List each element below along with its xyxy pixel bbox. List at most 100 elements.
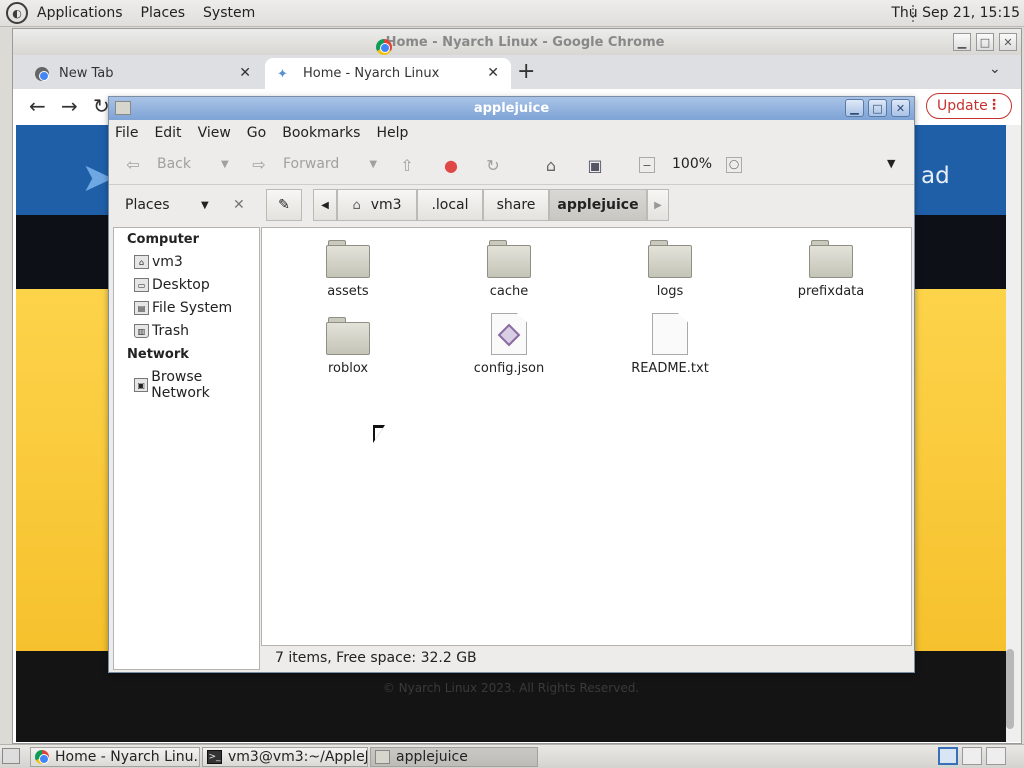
sidebar-item-file-system[interactable]: ▤ File System (134, 300, 232, 316)
menu-bookmarks[interactable]: Bookmarks (276, 125, 366, 141)
file-name: logs (656, 284, 684, 299)
forward-icon: ⇨ (252, 154, 266, 174)
mouse-pointer-icon (373, 425, 385, 443)
scrollbar-thumb[interactable] (1006, 649, 1014, 729)
close-tab-icon[interactable]: ✕ (239, 65, 251, 81)
update-button[interactable]: Update ⋮ (926, 93, 1012, 119)
drive-icon: ▤ (134, 301, 149, 315)
file-name: prefixdata (797, 284, 865, 299)
file-name: assets (327, 284, 369, 299)
menu-file[interactable]: File (109, 125, 144, 141)
workspace-3-icon[interactable] (986, 747, 1006, 765)
file-item-assets[interactable]: assets (293, 238, 403, 299)
distro-logo-icon[interactable]: ◐ (6, 2, 28, 24)
back-button[interactable]: ⇦ Back ▼ (123, 154, 229, 174)
crumb-share[interactable]: share (483, 189, 549, 221)
menu-edit[interactable]: Edit (148, 125, 187, 141)
tab-search-chevron-icon[interactable]: ⌄ (989, 61, 1001, 77)
home-icon: ⌂ (352, 197, 361, 213)
terminal-icon: >_ (207, 750, 222, 764)
new-tab-button[interactable]: + (517, 59, 535, 84)
tab-new-tab[interactable]: New Tab ✕ (23, 58, 263, 89)
sidebar-item-vm3[interactable]: ⌂ vm3 (134, 254, 183, 270)
file-manager-window: applejuice ▁ □ ✕ File Edit View Go Bookm… (108, 96, 915, 673)
edit-location-button[interactable]: ✎ (266, 189, 302, 221)
home-folder-icon: ⌂ (134, 255, 149, 269)
desktop-icon: ▭ (134, 278, 149, 292)
workspace-2-icon[interactable] (962, 747, 982, 765)
nyarch-favicon-icon: ✦ (277, 66, 288, 82)
home-icon[interactable]: ⌂ (541, 155, 561, 175)
crumb-applejuice[interactable]: applejuice (549, 189, 647, 221)
crumb-vm3[interactable]: ⌂ vm3 (337, 189, 417, 221)
file-item-prefixdata[interactable]: prefixdata (776, 238, 886, 299)
file-icon-view[interactable]: assets cache logs prefixdata roblox conf… (261, 227, 912, 646)
sidebar-item-trash[interactable]: ▥ Trash (134, 323, 189, 339)
task-terminal[interactable]: >_ vm3@vm3:~/AppleJ... (202, 747, 368, 767)
file-name: config.json (473, 361, 545, 376)
tab-label: Home - Nyarch Linux (303, 66, 440, 81)
chrome-icon (375, 39, 392, 55)
sidebar-item-browse-network[interactable]: ▣ Browse Network (134, 369, 259, 401)
sidebar-header-computer: Computer (127, 232, 200, 247)
file-name: cache (489, 284, 529, 299)
file-item-logs[interactable]: logs (615, 238, 725, 299)
task-applejuice[interactable]: applejuice (370, 747, 538, 767)
zoom-reset-icon[interactable]: ◯ (726, 157, 742, 173)
close-button[interactable]: ✕ (999, 33, 1017, 51)
close-tab-icon[interactable]: ✕ (487, 65, 499, 81)
toolbar-overflow-icon[interactable]: ▼ (887, 157, 895, 170)
fm-close-button[interactable]: ✕ (891, 99, 910, 117)
chrome-titlebar[interactable]: Home - Nyarch Linux - Google Chrome ▁ □ … (13, 29, 1021, 55)
menu-go[interactable]: Go (241, 125, 272, 141)
sidebar-item-desktop[interactable]: ▭ Desktop (134, 277, 210, 293)
fm-maximize-button[interactable]: □ (868, 99, 887, 117)
crumb-right-arrow[interactable]: ▶ (647, 189, 669, 221)
menu-help[interactable]: Help (370, 125, 414, 141)
crumb-left-arrow[interactable]: ◀ (313, 189, 337, 221)
chrome-icon (35, 750, 49, 764)
back-label: Back (157, 156, 191, 172)
forward-button[interactable]: ⇨ Forward ▼ (249, 154, 377, 174)
fm-minimize-button[interactable]: ▁ (845, 99, 864, 117)
computer-icon[interactable]: ▣ (585, 155, 605, 175)
zoom-level: 100% (672, 156, 713, 172)
file-item-config-json[interactable]: config.json (454, 313, 564, 376)
minimize-button[interactable]: ▁ (953, 33, 971, 51)
chevron-down-icon[interactable]: ▼ (201, 200, 209, 211)
file-item-cache[interactable]: cache (454, 238, 564, 299)
file-item-readme-txt[interactable]: README.txt (615, 313, 725, 376)
show-desktop-icon[interactable] (2, 748, 20, 764)
back-icon: ⇦ (126, 154, 140, 174)
fm-menubar: File Edit View Go Bookmarks Help (109, 120, 914, 145)
menu-places[interactable]: Places (132, 5, 195, 21)
zoom-out-icon[interactable]: − (639, 157, 655, 173)
chevron-down-icon[interactable]: ▼ (221, 159, 229, 170)
file-item-roblox[interactable]: roblox (293, 315, 403, 376)
chevron-down-icon[interactable]: ▼ (369, 159, 377, 170)
tab-label: New Tab (59, 66, 114, 81)
places-selector[interactable]: Places ▼ ✕ (113, 188, 260, 222)
tab-home-nyarch[interactable]: ✦ Home - Nyarch Linux ✕ (265, 58, 511, 89)
trash-icon: ▥ (134, 324, 149, 338)
menu-system[interactable]: System (194, 5, 264, 21)
fm-titlebar[interactable]: applejuice ▁ □ ✕ (109, 97, 914, 120)
back-arrow-icon[interactable]: ← (29, 94, 46, 118)
forward-arrow-icon[interactable]: → (61, 94, 78, 118)
clock[interactable]: Thu Sep 21, 15:15 (891, 5, 1020, 21)
network-icon: ▣ (134, 378, 149, 392)
folder-icon (487, 238, 531, 278)
menu-applications[interactable]: Applications (28, 5, 132, 21)
update-label: Update (937, 98, 988, 114)
maximize-button[interactable]: □ (976, 33, 994, 51)
banner-text: ad (921, 163, 950, 189)
task-chrome[interactable]: Home - Nyarch Linu... (30, 747, 200, 767)
up-icon[interactable]: ⇧ (397, 155, 417, 175)
workspace-1-icon[interactable] (938, 747, 958, 765)
reload-icon[interactable]: ↻ (483, 155, 503, 175)
stop-icon[interactable]: ● (441, 155, 461, 175)
crumb-local[interactable]: .local (417, 189, 483, 221)
fm-toolbar: ⇦ Back ▼ ⇨ Forward ▼ ⇧ ● ↻ ⌂ ▣ − 100% ◯ … (109, 145, 914, 185)
close-sidebar-icon[interactable]: ✕ (233, 197, 245, 213)
menu-view[interactable]: View (192, 125, 237, 141)
